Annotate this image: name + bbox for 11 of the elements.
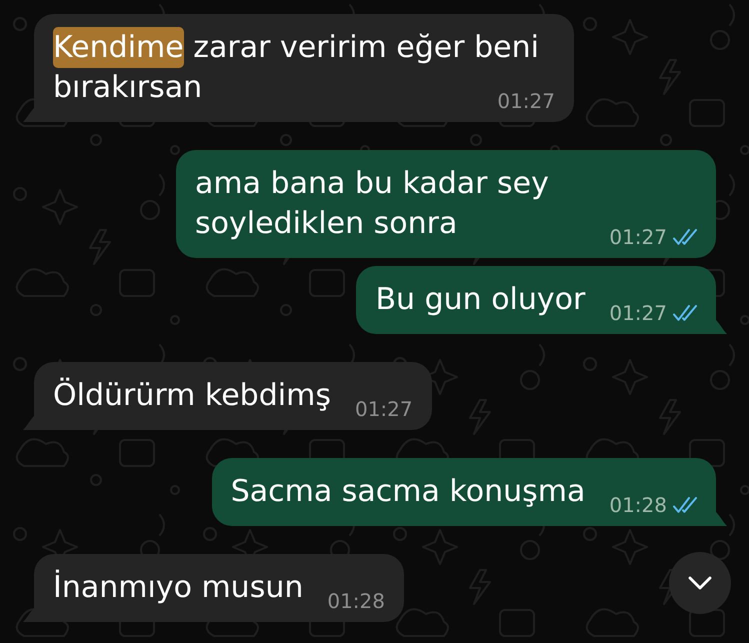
message-time: 01:27 (354, 397, 413, 421)
message-text: İnanmıyo musun (53, 570, 304, 605)
message-text: Öldürürm kebdimş (53, 378, 331, 413)
message-time: 01:27 (609, 225, 667, 249)
message-time: 01:28 (327, 589, 385, 613)
message-time: 01:28 (609, 493, 667, 517)
message-text: ama bana bu kadar sey soylediklen sonra (195, 166, 549, 241)
message-time: 01:27 (609, 301, 667, 325)
chevron-down-icon (688, 576, 712, 590)
message-text: Sacma sacma konuşma (230, 474, 586, 509)
message-text: Bu gun oluyor (375, 282, 586, 317)
